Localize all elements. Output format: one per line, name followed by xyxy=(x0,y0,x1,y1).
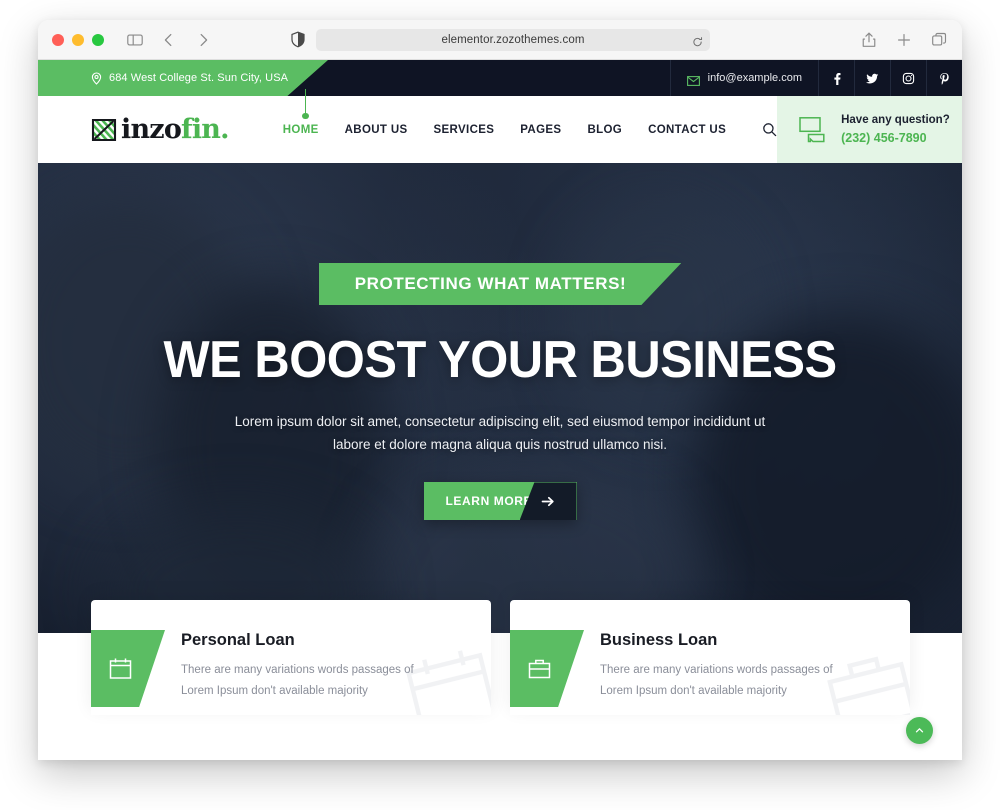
service-card-body: Business Loan There are many variations … xyxy=(584,600,849,703)
nav-item-home[interactable]: HOME xyxy=(283,124,319,136)
logo-text: inzofin. xyxy=(121,114,230,145)
topbar-address-block: 684 West College St. Sun City, USA xyxy=(38,60,328,96)
hero-content: PROTECTING WHAT MATTERS! WE BOOST YOUR B… xyxy=(38,163,962,521)
site-topbar: 684 West College St. Sun City, USA info@… xyxy=(38,60,962,96)
service-card-desc: There are many variations words passages… xyxy=(181,660,414,703)
question-title: Have any question? xyxy=(841,113,950,126)
site-header: inzofin. HOME ABOUT US SERVICES PAGES BL… xyxy=(38,89,962,163)
website-viewport: 684 West College St. Sun City, USA info@… xyxy=(38,60,962,760)
nav-item-blog[interactable]: BLOG xyxy=(587,124,622,136)
topbar-address-text: 684 West College St. Sun City, USA xyxy=(109,72,289,84)
toolbar-nav-icons xyxy=(126,31,212,49)
topbar-email-block[interactable]: info@example.com xyxy=(669,60,818,96)
header-contact-text: Have any question? (232) 456-7890 xyxy=(841,112,950,148)
facebook-icon[interactable] xyxy=(818,60,854,96)
close-window-button[interactable] xyxy=(52,33,64,46)
toolbar-right-icons xyxy=(860,31,948,49)
service-card-desc: There are many variations words passages… xyxy=(600,660,833,703)
url-text: elementor.zozothemes.com xyxy=(441,33,585,46)
nav-item-pages[interactable]: PAGES xyxy=(520,124,561,136)
logo-text-part1: inzo xyxy=(121,114,182,145)
logo-mark-icon xyxy=(91,117,117,143)
maximize-window-button[interactable] xyxy=(92,33,104,46)
shield-privacy-icon[interactable] xyxy=(290,31,306,48)
sidebar-icon[interactable] xyxy=(126,31,144,49)
nav-item-contact-us[interactable]: CONTACT US xyxy=(648,124,726,136)
mail-icon xyxy=(686,73,700,86)
address-bar-area: elementor.zozothemes.com xyxy=(290,28,710,51)
hero-heading: WE BOOST YOUR BUSINESS xyxy=(163,331,837,389)
header-contact-block[interactable]: Have any question? (232) 456-7890 xyxy=(777,96,962,163)
share-icon[interactable] xyxy=(860,31,878,49)
url-input[interactable]: elementor.zozothemes.com xyxy=(316,28,710,51)
site-logo[interactable]: inzofin. xyxy=(38,114,230,145)
chat-bubble-icon xyxy=(799,116,829,143)
window-traffic-lights xyxy=(52,33,104,46)
scroll-to-top-button[interactable] xyxy=(906,717,933,744)
service-card-business-loan[interactable]: Business Loan There are many variations … xyxy=(510,600,910,715)
minimize-window-button[interactable] xyxy=(72,33,84,46)
service-card-body: Personal Loan There are many variations … xyxy=(165,600,430,703)
plus-icon[interactable] xyxy=(895,31,913,49)
nav-item-services[interactable]: SERVICES xyxy=(434,124,495,136)
service-card-personal-loan[interactable]: Personal Loan There are many variations … xyxy=(91,600,491,715)
hero-badge: PROTECTING WHAT MATTERS! xyxy=(318,263,682,305)
search-icon[interactable] xyxy=(762,122,777,137)
question-phone: (232) 456-7890 xyxy=(841,131,927,146)
service-card-title: Business Loan xyxy=(600,631,718,649)
hero-paragraph: Lorem ipsum dolor sit amet, consectetur … xyxy=(234,414,766,453)
briefcase-icon xyxy=(510,630,584,707)
learn-more-label: LEARN MORE xyxy=(445,494,533,509)
browser-window: elementor.zozothemes.com 684 West Colleg… xyxy=(38,20,962,760)
location-pin-icon xyxy=(91,71,102,85)
reload-icon[interactable] xyxy=(692,34,703,46)
calendar-icon xyxy=(91,630,165,707)
services-cards-section: Personal Loan There are many variations … xyxy=(38,600,962,760)
main-navigation: HOME ABOUT US SERVICES PAGES BLOG CONTAC… xyxy=(283,89,777,137)
browser-toolbar: elementor.zozothemes.com xyxy=(38,20,962,60)
back-chevron-icon[interactable] xyxy=(160,31,178,49)
hero-section: PROTECTING WHAT MATTERS! WE BOOST YOUR B… xyxy=(38,163,962,633)
twitter-icon[interactable] xyxy=(854,60,890,96)
forward-chevron-icon[interactable] xyxy=(194,31,212,49)
service-card-desc-line1: There are many variations words passages… xyxy=(600,664,833,676)
logo-text-dot: . xyxy=(220,114,229,145)
pinterest-icon[interactable] xyxy=(926,60,962,96)
service-card-title: Personal Loan xyxy=(181,631,295,649)
tabs-overview-icon[interactable] xyxy=(930,31,948,49)
arrow-right-icon xyxy=(519,482,577,521)
nav-item-about-us[interactable]: ABOUT US xyxy=(345,124,408,136)
instagram-icon[interactable] xyxy=(890,60,926,96)
service-card-desc-line1: There are many variations words passages… xyxy=(181,664,414,676)
learn-more-button[interactable]: LEARN MORE xyxy=(423,482,577,521)
logo-text-part2: fin xyxy=(181,114,221,145)
active-nav-indicator xyxy=(302,89,308,119)
service-card-desc-line2: Lorem Ipsum don't available majority xyxy=(181,685,368,698)
service-card-desc-line2: Lorem Ipsum don't available majority xyxy=(600,685,787,698)
topbar-right-block: info@example.com xyxy=(669,60,962,96)
topbar-email-text: info@example.com xyxy=(707,72,802,84)
